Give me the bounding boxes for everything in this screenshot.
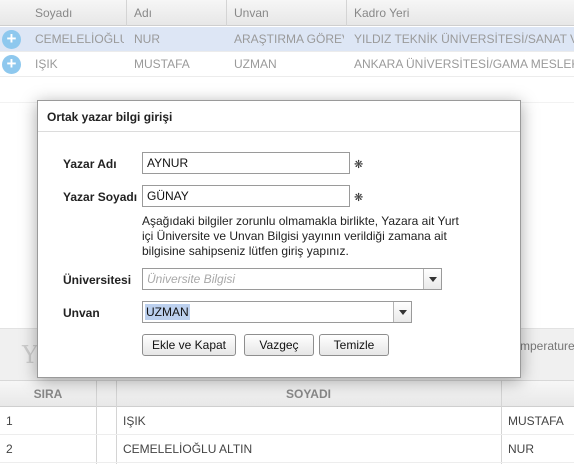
chevron-down-icon[interactable] [393,302,411,322]
universite-label: Üniversitesi [63,273,132,287]
cell-soyadi: CEMELELİOĞLU ALTIN [123,442,253,456]
yazar-soyadi-input[interactable] [142,185,350,207]
partial-heading: Y [22,341,38,369]
yazar-adi-input[interactable] [142,152,350,174]
coauthor-grid: Soyadı Adı Unvan Kadro Yeri + CEMELELİOĞ… [0,0,574,104]
coauthor-grid-header: Soyadı Adı Unvan Kadro Yeri [0,0,574,26]
column-header-soyadi[interactable]: SOYADI [116,381,501,408]
unvan-label: Unvan [63,306,100,320]
cell-kadro-yeri: ANKARA ÜNİVERSİTESİ/GAMA MESLEK YÜKSEKOK… [354,57,574,71]
cell-sira: 1 [6,414,13,428]
coauthor-row[interactable]: + IŞIK MUSTAFA UZMAN ANKARA ÜNİVERSİTESİ… [0,52,574,77]
column-header-adi[interactable]: Adı [127,0,227,26]
column-header-sira[interactable]: SIRA [0,381,96,408]
coauthor-row[interactable]: + CEMELELİOĞLU ALTIN NUR ARAŞTIRMA GÖREV… [0,27,574,52]
title-divider [38,131,520,132]
unvan-selected-value: UZMAN [145,304,190,320]
cell-adi: MUSTAFA [134,57,190,71]
cell-soyadi: IŞIK [123,414,146,428]
table-row[interactable]: 2 CEMELELİOĞLU ALTIN NUR [0,435,574,463]
column-header-soyadi[interactable]: Soyadı [28,0,127,26]
cell-adi: MUSTAFA [508,414,564,428]
cell-adi: NUR [134,32,160,46]
cell-soyadi: CEMELELİOĞLU ALTIN [35,32,124,46]
yazar-soyadi-label: Yazar Soyadı [63,190,138,204]
dialog-title: Ortak yazar bilgi girişi [47,110,173,124]
cell-kadro-yeri: YILDIZ TEKNİK ÜNİVERSİTESİ/SANAT VE TASA… [354,32,574,46]
universite-select[interactable]: Üniversite Bilgisi [142,268,442,290]
required-icon: ❋ [354,159,364,171]
partial-label: mperature [520,339,574,353]
unvan-select[interactable]: UZMAN [142,301,412,323]
yazar-adi-label: Yazar Adı [63,157,117,171]
required-icon: ❋ [354,192,364,204]
clear-button[interactable]: Temizle [319,334,389,356]
cell-sira: 2 [6,442,13,456]
plus-circle-icon[interactable]: + [2,30,21,49]
optional-info-text: Aşağıdaki bilgiler zorunlu olmamakla bir… [142,214,459,258]
chevron-down-icon[interactable] [423,269,441,289]
universite-placeholder: Üniversite Bilgisi [147,272,236,286]
cell-unvan: UZMAN [234,57,277,71]
cell-soyadi: IŞIK [35,57,58,71]
table-row[interactable]: 1 IŞIK MUSTAFA [0,407,574,435]
cell-adi: NUR [508,442,534,456]
cell-unvan: ARAŞTIRMA GÖREVLİSİ [234,32,344,46]
cancel-button[interactable]: Vazgeç [244,334,314,356]
save-close-button[interactable]: Ekle ve Kapat [142,334,236,356]
author-order-grid-header: SIRA SOYADI [0,380,574,407]
plus-circle-icon[interactable]: + [2,55,21,74]
column-header-unvan[interactable]: Unvan [227,0,347,26]
coauthor-entry-dialog: Ortak yazar bilgi girişi Yazar Adı ❋ Yaz… [37,100,521,378]
column-header-kadro-yeri[interactable]: Kadro Yeri [347,0,574,26]
author-order-grid: SIRA SOYADI 1 IŞIK MUSTAFA 2 CEMELELİOĞL… [0,380,574,464]
